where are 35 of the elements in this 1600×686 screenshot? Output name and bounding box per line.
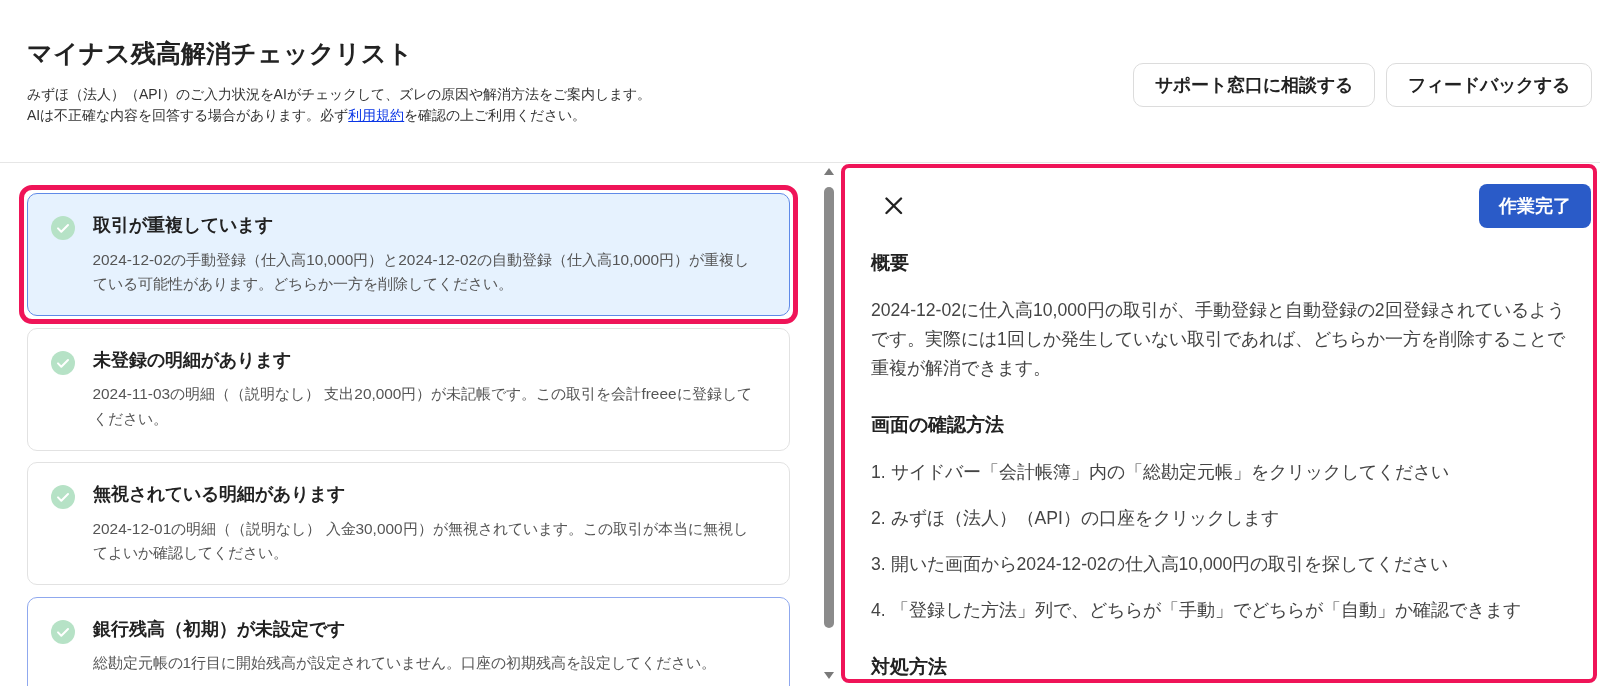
- terms-link[interactable]: 利用規約: [348, 106, 405, 123]
- disclaimer-text: AIは不正確な内容を回答する場合があります。必ず利用規約を確認の上ご利用ください。: [27, 105, 588, 125]
- step-text: 3. 開いた画面から2024-12-02の仕入高10,000円の取引を探してください: [871, 552, 1450, 576]
- scrollbar-thumb[interactable]: [824, 186, 834, 628]
- checklist-card[interactable]: 無視されている明細があります 2024-12-01の明細（（説明なし） 入金30,000円）が無視されています。この取引が本当に無視してよいか確認してください。: [27, 462, 790, 585]
- complete-button[interactable]: 作業完了: [1479, 184, 1591, 228]
- support-button[interactable]: サポート窓口に相談する: [1133, 63, 1375, 107]
- checklist-card[interactable]: 取引が重複しています 2024-12-02の手動登録（仕入高10,000円）と2024-12-02の自動登録（仕入高10,000円）が重複している可能性があります。どちらか一方を削除してください。: [27, 193, 790, 316]
- checklist-card[interactable]: 銀行残高（初期）が未設定です 総勘定元帳の1行目に開始残高が設定されていません。口座の初期残高を設定してください。: [27, 596, 790, 686]
- page-description: みずほ（法人）（API）のご入力状況をAIがチェックして、ズレの原因や解消方法をご案内します。: [27, 84, 651, 104]
- card-description: 2024-11-03の明細（（説明なし） 支出20,000円）が未記帳です。この取引を会計freeeに登録してください。: [92, 384, 753, 429]
- feedback-button[interactable]: フィードバックする: [1386, 63, 1592, 107]
- step-text: 2. みずほ（法人）（API）の口座をクリックします: [871, 506, 1280, 530]
- check-circle-icon: [51, 485, 75, 509]
- page-title: マイナス残高解消チェックリスト: [27, 38, 414, 69]
- section-heading: 対処方法: [871, 654, 948, 679]
- summary-text: 2024-12-02に仕入高10,000円の取引が、手動登録と自動登録の2回登録されているようです。実際には1回しか発生していない取引であれば、どちらか一方を削除することで重複が解消できます。: [871, 298, 1566, 380]
- check-circle-icon: [51, 216, 75, 240]
- scroll-down-arrow-icon[interactable]: [824, 672, 834, 679]
- step-text: 4. 「登録した方法」列で、どちらが「手動」でどちらが「自動」か確認できます: [871, 598, 1522, 622]
- card-title: 銀行残高（初期）が未設定です: [92, 617, 346, 641]
- check-circle-icon: [51, 619, 75, 644]
- card-description: 2024-12-02の手動登録（仕入高10,000円）と2024-12-02の自動登録（仕入高10,000円）が重複している可能性があります。どちらか一方を削除してください。: [92, 249, 751, 295]
- close-icon[interactable]: [885, 197, 903, 215]
- scroll-up-arrow-icon[interactable]: [824, 168, 834, 175]
- check-circle-icon: [51, 350, 75, 375]
- checklist-card[interactable]: 未登録の明細があります 2024-11-03の明細（（説明なし） 支出20,000円）が未記帳です。この取引を会計freeeに登録してください。: [27, 327, 790, 451]
- card-description: 2024-12-01の明細（（説明なし） 入金30,000円）が無視されています。この取引が本当に無視してよいか確認してください。: [92, 518, 749, 564]
- card-title: 未登録の明細があります: [92, 348, 292, 372]
- step-text: 1. サイドバー「会計帳簿」内の「総勘定元帳」をクリックしてください: [871, 460, 1450, 484]
- card-title: 取引が重複しています: [92, 214, 274, 237]
- section-heading: 画面の確認方法: [871, 412, 1005, 437]
- card-title: 無視されている明細があります: [92, 483, 346, 506]
- section-heading: 概要: [871, 250, 910, 275]
- card-description: 総勘定元帳の1行目に開始残高が設定されていません。口座の初期残高を設定してください。: [92, 653, 718, 673]
